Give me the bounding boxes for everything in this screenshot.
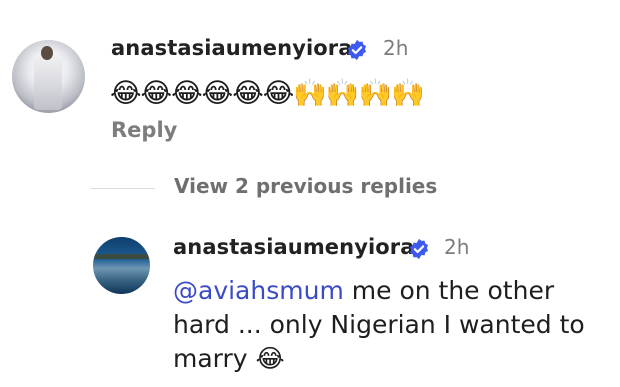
view-previous-replies-button[interactable]: View 2 previous replies bbox=[174, 174, 437, 198]
reply-comment-text: @aviahsmum me on the other hard ... only… bbox=[173, 274, 603, 376]
thread-divider bbox=[90, 188, 155, 189]
laughing-emoji: 😂 bbox=[255, 344, 285, 373]
comment-username[interactable]: anastasiaumenyiora bbox=[111, 36, 353, 60]
comment-emoji-text: 😂😂😂😂😂😂🙌🙌🙌🙌 bbox=[110, 78, 425, 109]
comment-timestamp: 2h bbox=[383, 36, 409, 60]
reply-timestamp: 2h bbox=[444, 235, 470, 259]
mention-link[interactable]: @aviahsmum bbox=[173, 276, 344, 305]
avatar-head bbox=[41, 46, 53, 60]
reply-avatar[interactable] bbox=[93, 237, 150, 294]
reply-button[interactable]: Reply bbox=[111, 118, 177, 142]
verified-badge-icon bbox=[347, 39, 367, 61]
reply-username[interactable]: anastasiaumenyiora bbox=[173, 235, 415, 259]
verified-badge-icon bbox=[409, 238, 429, 260]
avatar-shoreline bbox=[93, 254, 150, 259]
commenter-avatar[interactable] bbox=[12, 40, 85, 113]
